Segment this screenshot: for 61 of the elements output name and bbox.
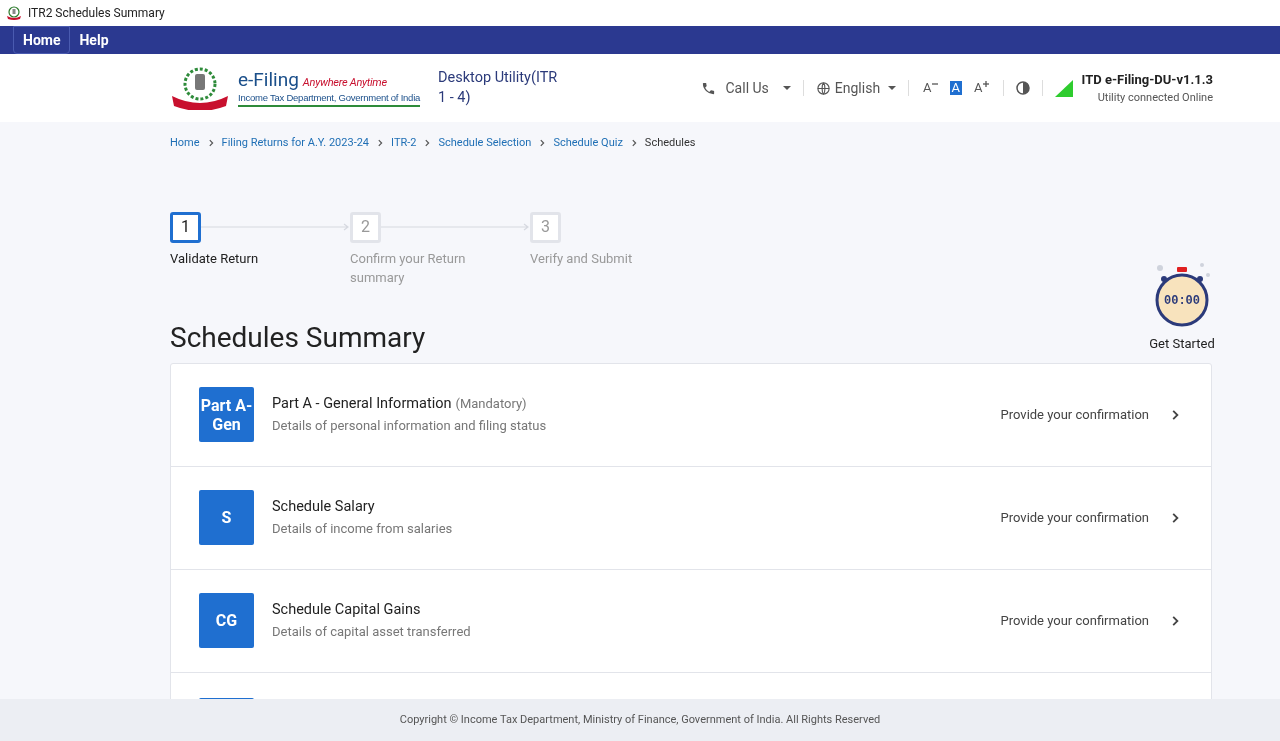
version-label: ITD e-Filing-DU-v1.1.3 bbox=[1081, 71, 1213, 89]
breadcrumb-link[interactable]: Schedule Selection bbox=[438, 135, 532, 152]
schedule-name: Schedule Salary bbox=[272, 497, 375, 518]
chevron-right-icon bbox=[538, 139, 547, 148]
step-label: Validate Return bbox=[170, 249, 260, 268]
breadcrumb-current: Schedules bbox=[644, 135, 696, 151]
schedule-action: Provide your confirmation bbox=[1000, 611, 1149, 630]
get-started-button[interactable]: 00:00 Get Started bbox=[1142, 259, 1222, 359]
schedule-description: Details of personal information and filing status bbox=[272, 417, 548, 436]
step-label: Confirm your Return summary bbox=[350, 249, 467, 287]
font-size-button[interactable]: A bbox=[972, 81, 991, 95]
schedule-badge: Part A-Gen bbox=[199, 387, 254, 442]
breadcrumb-link[interactable]: Home bbox=[170, 135, 200, 152]
schedule-description: Details of income from salaries bbox=[272, 520, 454, 539]
chevron-right-icon bbox=[629, 139, 638, 148]
chevron-right-icon bbox=[206, 139, 215, 148]
breadcrumb-link[interactable]: Schedule Quiz bbox=[553, 135, 623, 152]
logo-subtitle: Income Tax Department, Government of India bbox=[238, 91, 421, 104]
menu-item[interactable]: Home bbox=[13, 26, 71, 54]
contrast-icon[interactable] bbox=[1015, 81, 1030, 95]
schedule-row[interactable]: CG Schedule Capital Gains Details of capital asset transferred Provide your confirmation bbox=[171, 569, 1211, 673]
window-title: ITR2 Schedules Summary bbox=[28, 5, 165, 22]
menu-item[interactable]: Help bbox=[70, 26, 118, 54]
schedule-row[interactable]: Part A-Gen Part A - General Information (Mandatory) Details of personal information and filing status Provide your confirmation bbox=[171, 363, 1211, 467]
schedule-description: Details of capital asset transferred bbox=[272, 623, 472, 642]
minus-icon bbox=[931, 81, 938, 87]
logo-title: e-Filing bbox=[238, 69, 299, 92]
chevron-right-icon bbox=[376, 139, 385, 148]
step-label: Verify and Submit bbox=[530, 249, 634, 268]
font-size-button[interactable]: A bbox=[921, 81, 940, 95]
signal-icon bbox=[1054, 79, 1073, 97]
timer-display: 00:00 bbox=[1163, 292, 1201, 310]
schedule-name: Schedule Capital Gains bbox=[272, 600, 421, 621]
copyright-text: Copyright © Income Tax Department, Ministry of Finance, Government of India. All Rights Reserved bbox=[399, 711, 881, 728]
schedule-badge: S bbox=[199, 490, 254, 545]
emblem-icon bbox=[6, 6, 22, 20]
schedule-note: (Mandatory) bbox=[455, 395, 527, 414]
schedule-badge: CG bbox=[199, 593, 254, 648]
app-name: Desktop Utility(ITR 1 - 4) bbox=[438, 68, 558, 108]
call-us-button[interactable]: Call Us bbox=[700, 77, 791, 99]
caret-icon bbox=[782, 84, 791, 92]
page-title: Schedules Summary bbox=[170, 319, 427, 356]
phone-icon bbox=[700, 80, 716, 96]
chevron-right-icon bbox=[423, 139, 432, 148]
schedule-action: Provide your confirmation bbox=[1000, 405, 1149, 424]
logo-tagline: Anywhere Anytime bbox=[302, 75, 387, 92]
globe-icon bbox=[815, 80, 831, 96]
emblem-logo-icon bbox=[170, 66, 230, 110]
step-number: 2 bbox=[350, 211, 381, 243]
schedule-action: Provide your confirmation bbox=[1000, 508, 1149, 527]
caret-icon bbox=[888, 84, 897, 92]
step-number: 1 bbox=[170, 211, 201, 243]
breadcrumb-link[interactable]: ITR-2 bbox=[391, 135, 417, 152]
step-number: 3 bbox=[530, 211, 561, 243]
language-dropdown[interactable]: English bbox=[815, 77, 897, 99]
breadcrumb-link[interactable]: Filing Returns for A.Y. 2023-24 bbox=[221, 135, 370, 152]
schedule-row[interactable]: S Schedule Salary Details of income from salaries Provide your confirmation bbox=[171, 466, 1211, 570]
plus-icon bbox=[982, 81, 989, 87]
schedule-name: Part A - General Information bbox=[272, 394, 452, 415]
connection-status: Utility connected Online bbox=[1097, 89, 1213, 106]
font-size-button[interactable]: A bbox=[949, 81, 963, 95]
